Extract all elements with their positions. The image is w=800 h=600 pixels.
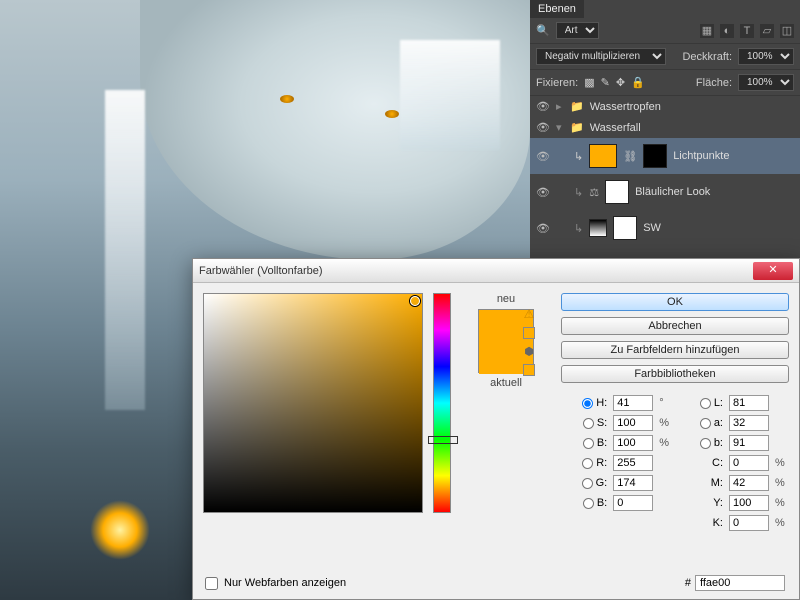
filter-adjust-icon[interactable]: ◐ xyxy=(720,24,734,38)
filter-pixel-icon[interactable]: ▦ xyxy=(700,24,714,38)
new-label: neu xyxy=(497,293,515,305)
h-radio[interactable] xyxy=(582,398,593,409)
layer-list: 👁 ▸ 📁 Wassertropfen 👁 ▾ 📁 Wasserfall 👁 ↳… xyxy=(530,96,800,246)
filter-shape-icon[interactable]: ▱ xyxy=(760,24,774,38)
s-input[interactable] xyxy=(613,415,653,431)
websafe-icon[interactable]: ⬢ xyxy=(524,345,534,358)
r-input[interactable] xyxy=(613,455,653,471)
cancel-button[interactable]: Abbrechen xyxy=(561,317,789,335)
b-input[interactable] xyxy=(613,495,653,511)
waterfall xyxy=(105,90,145,410)
layer-row[interactable]: 👁 ↳ ⚖ Bläulicher Look xyxy=(530,174,800,210)
l-radio[interactable] xyxy=(700,398,711,409)
b-radio[interactable] xyxy=(583,498,594,509)
layer-name: Wasserfall xyxy=(590,122,641,134)
a-input[interactable] xyxy=(729,415,769,431)
expand-icon[interactable]: ▾ xyxy=(556,121,564,134)
layer-mask[interactable] xyxy=(613,216,637,240)
panel-tab-layers[interactable]: Ebenen xyxy=(530,0,584,18)
lb-input[interactable] xyxy=(729,435,769,451)
y-input[interactable] xyxy=(729,495,769,511)
layer-row[interactable]: 👁 ↳ ⛓ Lichtpunkte xyxy=(530,138,800,174)
layer-mask[interactable] xyxy=(643,144,667,168)
layer-name: SW xyxy=(643,222,661,234)
hue-pointer xyxy=(428,436,458,444)
k-input[interactable] xyxy=(729,515,769,531)
hex-prefix: # xyxy=(685,577,691,589)
add-swatch-button[interactable]: Zu Farbfeldern hinzufügen xyxy=(561,341,789,359)
filter-smart-icon[interactable]: ◫ xyxy=(780,24,794,38)
sv-cursor xyxy=(410,296,420,306)
layer-name: Bläulicher Look xyxy=(635,186,710,198)
m-input[interactable] xyxy=(729,475,769,491)
saturation-value-field[interactable] xyxy=(203,293,423,513)
layer-filter-select[interactable]: Art xyxy=(556,22,599,39)
waterfall xyxy=(400,40,500,150)
gamut-swatch[interactable] xyxy=(523,327,535,339)
layer-row[interactable]: 👁 ▸ 📁 Wassertropfen xyxy=(530,96,800,117)
filter-type-icon[interactable]: T xyxy=(740,24,754,38)
color-values: H:° L: S:% a: B:% b: R: C:% G: M:% B: Y:… xyxy=(561,395,789,531)
eye-glow xyxy=(385,110,399,118)
h-input[interactable] xyxy=(613,395,653,411)
layer-thumb[interactable] xyxy=(589,219,607,237)
search-icon: 🔍 xyxy=(536,24,550,37)
r-radio[interactable] xyxy=(582,458,593,469)
bv-radio[interactable] xyxy=(583,438,594,449)
layer-name: Lichtpunkte xyxy=(673,150,729,162)
visibility-icon[interactable]: 👁 xyxy=(536,121,550,134)
close-icon[interactable]: ✕ xyxy=(753,262,793,280)
lock-move-icon[interactable]: ✥ xyxy=(616,76,625,89)
dialog-titlebar[interactable]: Farbwähler (Volltonfarbe) ✕ xyxy=(193,259,799,283)
folder-icon: 📁 xyxy=(570,100,584,113)
websafe-swatch[interactable] xyxy=(523,364,535,376)
lock-label: Fixieren: xyxy=(536,77,578,89)
expand-icon[interactable]: ▸ xyxy=(556,100,564,113)
dialog-title: Farbwähler (Volltonfarbe) xyxy=(199,265,753,277)
gamut-warning-icon[interactable]: ⚠ xyxy=(524,307,535,321)
webonly-checkbox[interactable] xyxy=(205,577,218,590)
fill-label: Fläche: xyxy=(696,77,732,89)
layer-thumb[interactable] xyxy=(589,144,617,168)
libraries-button[interactable]: Farbbibliotheken xyxy=(561,365,789,383)
lock-all-icon[interactable]: 🔒 xyxy=(631,76,645,89)
l-input[interactable] xyxy=(729,395,769,411)
g-radio[interactable] xyxy=(582,478,593,489)
hex-input[interactable] xyxy=(695,575,785,591)
blend-mode-select[interactable]: Negativ multiplizieren xyxy=(536,48,666,65)
layers-panel: Ebenen 🔍 Art ▦ ◐ T ▱ ◫ Negativ multipliz… xyxy=(530,0,800,260)
fill-input[interactable]: 100% xyxy=(738,74,794,91)
layer-mask[interactable] xyxy=(605,180,629,204)
hue-slider[interactable] xyxy=(433,293,451,513)
lock-paint-icon[interactable]: ✎ xyxy=(601,76,610,89)
current-label: aktuell xyxy=(490,377,522,389)
color-picker-dialog: Farbwähler (Volltonfarbe) ✕ neu aktuell … xyxy=(192,258,800,600)
a-radio[interactable] xyxy=(700,418,711,429)
visibility-icon[interactable]: 👁 xyxy=(536,150,550,163)
ok-button[interactable]: OK xyxy=(561,293,789,311)
visibility-icon[interactable]: 👁 xyxy=(536,186,550,199)
layer-row[interactable]: 👁 ▾ 📁 Wasserfall xyxy=(530,117,800,138)
visibility-icon[interactable]: 👁 xyxy=(536,222,550,235)
layer-name: Wassertropfen xyxy=(590,101,661,113)
g-input[interactable] xyxy=(613,475,653,491)
folder-icon: 📁 xyxy=(570,121,584,134)
eye-glow xyxy=(280,95,294,103)
lb-radio[interactable] xyxy=(700,438,711,449)
adjustment-icon: ⚖ xyxy=(589,186,599,199)
layer-row[interactable]: 👁 ↳ SW xyxy=(530,210,800,246)
link-icon[interactable]: ⛓ xyxy=(623,150,637,163)
opacity-label: Deckkraft: xyxy=(682,51,732,63)
bv-input[interactable] xyxy=(613,435,653,451)
webonly-label: Nur Webfarben anzeigen xyxy=(224,577,346,589)
s-radio[interactable] xyxy=(583,418,594,429)
lock-trans-icon[interactable]: ▩ xyxy=(584,76,594,89)
opacity-input[interactable]: 100% xyxy=(738,48,794,65)
visibility-icon[interactable]: 👁 xyxy=(536,100,550,113)
c-input[interactable] xyxy=(729,455,769,471)
boat xyxy=(30,530,150,590)
